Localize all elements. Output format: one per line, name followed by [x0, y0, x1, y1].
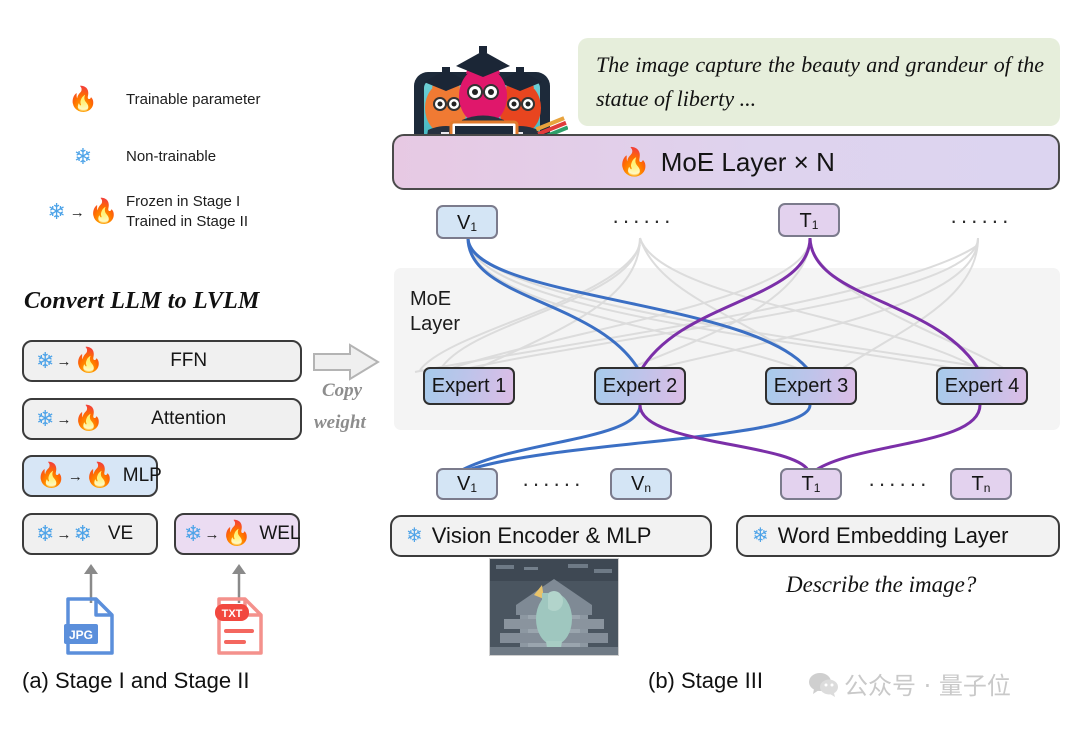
expert-1-label: Expert 1 — [431, 374, 507, 397]
statue-of-liberty-image — [489, 558, 619, 656]
moe-panel-label-line2: Layer — [410, 313, 461, 335]
svg-text:TXT: TXT — [222, 608, 243, 620]
legend-item-frozen-then-trained: ❄ → 🔥 Frozen in Stage I Trained in Stage… — [40, 192, 248, 232]
token-bottom-tn[interactable]: Tn — [950, 468, 1012, 500]
top-dots-text: ······ — [950, 208, 1012, 233]
snowflake-to-fire-icon: ❄ → 🔥 — [40, 200, 126, 224]
fire-icon: 🔥 — [88, 198, 119, 225]
fire-to-fire-icon: 🔥 → 🔥 — [36, 462, 115, 489]
legend-item-trainable: 🔥 Trainable parameter — [40, 86, 261, 113]
copy-weight-caption-line2: weight — [314, 412, 366, 433]
vision-encoder-label: Vision Encoder & MLP — [431, 523, 652, 548]
bottom-dots-text: ······ — [868, 471, 930, 496]
legend-label-frozen-stage1: Frozen in Stage I — [126, 193, 241, 210]
box-ve[interactable]: ❄ → ❄ VE — [22, 513, 158, 555]
fire-icon: 🔥 — [617, 146, 651, 177]
txt-file-icon: TXT — [215, 597, 263, 655]
token-bottom-v1-label: V — [456, 473, 471, 495]
token-top-v1[interactable]: V1 — [436, 205, 498, 239]
token-bottom-t1[interactable]: T1 — [780, 468, 842, 500]
speech-bubble: The image capture the beauty and grandeu… — [578, 38, 1060, 126]
token-top-t1-sub: 1 — [811, 218, 819, 232]
token-bottom-vn[interactable]: Vn — [610, 468, 672, 500]
token-top-v1-label: V — [456, 212, 471, 234]
snowflake-icon: ❄ — [406, 525, 423, 547]
copy-weight-arrow-icon — [313, 343, 380, 381]
box-ffn[interactable]: ❄ → 🔥 FFN — [22, 340, 302, 382]
legend-label-trained-stage2: Trained in Stage II — [126, 213, 249, 230]
token-bottom-tn-label: T — [971, 473, 984, 495]
svg-text:JPG: JPG — [69, 628, 93, 642]
token-bottom-v1-sub: 1 — [470, 481, 478, 495]
word-embedding-box[interactable]: ❄ Word Embedding Layer — [736, 515, 1060, 557]
token-top-v1-sub: 1 — [470, 220, 478, 234]
watermark-text: 公众号 · 量子位 — [844, 672, 1011, 700]
token-top-t1[interactable]: T1 — [778, 203, 840, 237]
vision-encoder-box[interactable]: ❄ Vision Encoder & MLP — [390, 515, 712, 557]
snowflake-icon: ❄ — [73, 144, 93, 169]
token-bottom-vn-label: V — [630, 473, 645, 495]
expert-4-label: Expert 4 — [944, 374, 1020, 397]
token-bottom-tn-sub: n — [983, 481, 991, 495]
token-top-t1-label: T — [799, 210, 812, 232]
snowflake-to-snowflake-icon: ❄ → ❄ — [36, 521, 92, 546]
token-bottom-v1[interactable]: V1 — [436, 468, 498, 500]
expert-3-label: Expert 3 — [773, 374, 849, 397]
legend-label-nontrainable: Non-trainable — [126, 148, 217, 165]
jpg-file-icon: JPG — [64, 597, 114, 655]
token-bottom-t1-label: T — [801, 473, 814, 495]
word-embedding-label: Word Embedding Layer — [777, 523, 1009, 548]
snowflake-to-fire-icon: ❄ → 🔥 — [36, 405, 104, 432]
wechat-icon — [809, 672, 838, 697]
box-attention-label: Attention — [151, 408, 227, 429]
arrow-right-icon: → — [69, 203, 85, 221]
box-ffn-label: FFN — [170, 350, 208, 371]
legend-label-trainable: Trainable parameter — [126, 91, 261, 108]
bottom-dots-vision: ······ — [522, 471, 584, 496]
box-wel-label: WEL — [259, 523, 301, 544]
top-dots-vision: ······ — [612, 208, 674, 233]
expert-1[interactable]: Expert 1 — [423, 367, 515, 405]
caption-right: (b) Stage III — [648, 668, 763, 693]
moe-layer-bar[interactable]: 🔥 MoE Layer × N — [392, 134, 1060, 190]
watermark: 公众号 · 量子位 — [808, 666, 1011, 701]
expert-2-label: Expert 2 — [602, 374, 678, 397]
fire-icon: 🔥 — [68, 86, 98, 113]
box-mlp-label: MLP — [122, 465, 162, 486]
snowflake-to-fire-icon: ❄ → 🔥 — [184, 520, 252, 547]
caption-left: (a) Stage I and Stage II — [22, 668, 250, 693]
snowflake-icon: ❄ — [752, 525, 769, 547]
legend-item-nontrainable: ❄ Non-trainable — [40, 146, 216, 168]
expert-2[interactable]: Expert 2 — [594, 367, 686, 405]
box-mlp[interactable]: 🔥 → 🔥 MLP — [22, 455, 162, 497]
expert-3[interactable]: Expert 3 — [765, 367, 857, 405]
snowflake-to-fire-icon: ❄ → 🔥 — [36, 347, 104, 374]
moe-layer-bar-label: MoE Layer × N — [660, 146, 835, 177]
box-ve-label: VE — [107, 523, 134, 544]
copy-weight-caption-line1: Copy — [322, 380, 363, 401]
expert-4[interactable]: Expert 4 — [936, 367, 1028, 405]
prompt-text: Describe the image? — [786, 572, 977, 597]
snowflake-icon: ❄ — [47, 199, 66, 224]
moe-layer-panel — [394, 268, 1060, 430]
convert-llm-title: Convert LLM to LVLM — [24, 288, 260, 314]
box-attention[interactable]: ❄ → 🔥 Attention — [22, 398, 302, 440]
token-bottom-t1-sub: 1 — [813, 481, 821, 495]
token-bottom-vn-sub: n — [644, 481, 652, 495]
box-wel[interactable]: ❄ → 🔥 WEL — [174, 513, 301, 555]
moe-panel-label-line1: MoE — [410, 288, 452, 310]
moe-panel-label: MoE Layer — [410, 287, 460, 337]
